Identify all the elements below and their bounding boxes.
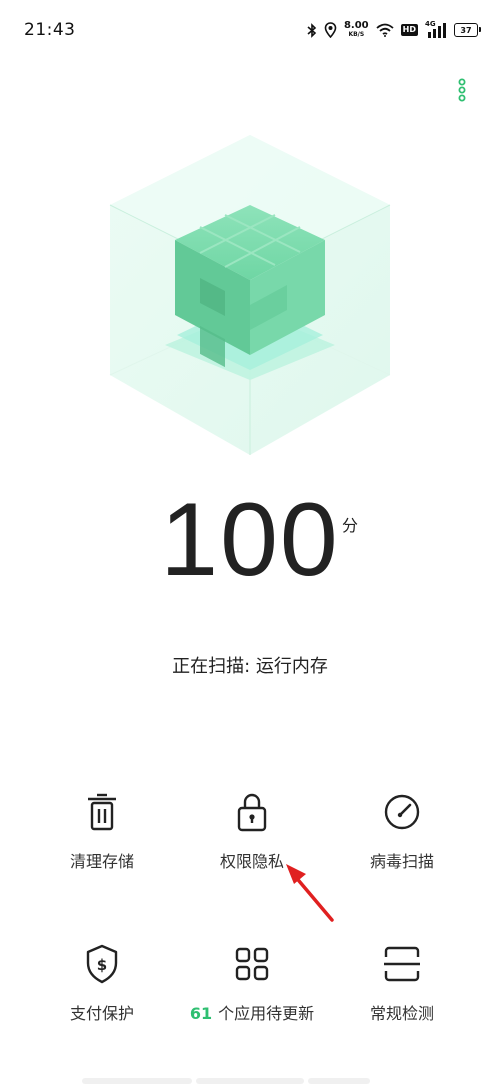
- more-options-button[interactable]: [452, 78, 472, 102]
- scan-frame-icon: [380, 942, 424, 986]
- security-score: 100 分: [0, 480, 500, 600]
- update-count: 61: [189, 1004, 213, 1023]
- wifi-icon: [376, 23, 394, 37]
- hd-badge: HD: [400, 24, 418, 36]
- feature-label: 61 个应用待更新: [177, 1000, 327, 1024]
- network-speed: 8.00 KB/S: [344, 21, 369, 39]
- phone-manager-screen: 21:43 8.00 KB/S HD 4G 37 100 分 正在扫描: 运行内…: [0, 0, 500, 1084]
- battery-indicator: 37: [454, 23, 481, 37]
- svg-text:$: $: [97, 956, 107, 974]
- shield-dollar-icon: $: [80, 942, 124, 986]
- bottom-tab-hint: [196, 1078, 304, 1084]
- bottom-tab-hint: [308, 1078, 370, 1084]
- scan-status-text: 正在扫描: 运行内存: [172, 656, 328, 677]
- lock-icon: [230, 790, 274, 834]
- cellular-signal-icon: 4G: [425, 20, 447, 39]
- feature-clean-storage[interactable]: 清理存储: [27, 790, 177, 900]
- feature-grid: 清理存储 权限隐私 病毒扫描 $ 支付保护 61 个应用待更新 常规检测: [27, 790, 477, 1040]
- feature-virus-scan[interactable]: 病毒扫描: [327, 790, 477, 900]
- grid-apps-icon: [230, 942, 274, 986]
- feature-label: 支付保护: [69, 1004, 134, 1023]
- trash-icon: [80, 790, 124, 834]
- bottom-tab-hint: [82, 1078, 192, 1084]
- score-value: 100: [160, 482, 340, 598]
- status-time: 21:43: [24, 20, 76, 40]
- annotation-arrow: [286, 864, 334, 922]
- feature-label: 病毒扫描: [369, 852, 434, 871]
- network-speed-unit: KB/S: [348, 31, 365, 38]
- security-cube-illustration: [95, 130, 405, 460]
- bluetooth-icon: [307, 22, 317, 38]
- feature-app-updates[interactable]: 61 个应用待更新: [177, 942, 327, 1052]
- update-label: 个应用待更新: [218, 1004, 315, 1023]
- location-icon: [324, 22, 337, 38]
- gauge-icon: [380, 790, 424, 834]
- status-bar: 21:43 8.00 KB/S HD 4G 37: [0, 0, 500, 60]
- feature-payment-protection[interactable]: $ 支付保护: [27, 942, 177, 1052]
- network-speed-value: 8.00: [343, 20, 369, 31]
- more-dots-icon: [458, 78, 466, 102]
- score-unit: 分: [342, 516, 359, 535]
- feature-routine-check[interactable]: 常规检测: [327, 942, 477, 1052]
- status-icons: 8.00 KB/S HD 4G 37: [307, 18, 481, 42]
- feature-label: 清理存储: [69, 852, 134, 871]
- feature-label: 常规检测: [369, 1004, 434, 1023]
